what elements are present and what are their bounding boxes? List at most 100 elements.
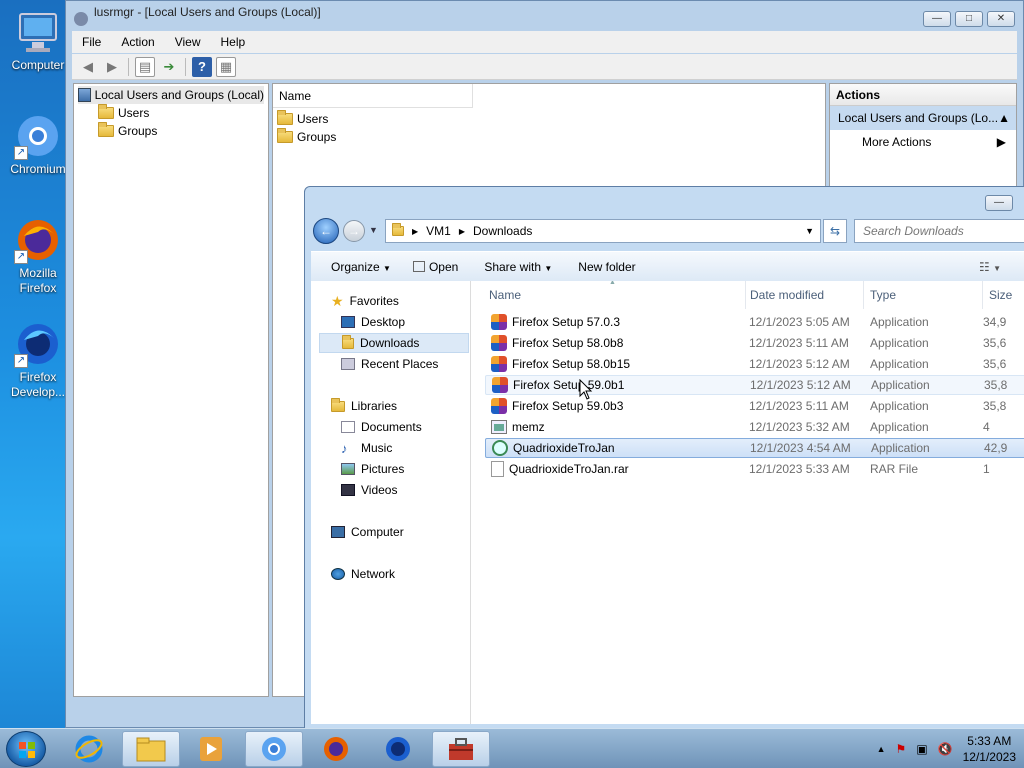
show-hide-action-pane-icon[interactable]: ▦: [216, 56, 236, 77]
volume-muted-icon[interactable]: 🔇: [938, 742, 953, 756]
organize-button[interactable]: Organize ▼: [331, 260, 391, 274]
more-actions-item[interactable]: More Actions ▶: [830, 130, 1016, 154]
column-header-type[interactable]: Type: [870, 281, 896, 309]
address-bar[interactable]: ▶ VM1 ▶ Downloads ▼: [385, 219, 821, 243]
toolbox-icon: [449, 738, 473, 760]
new-folder-button[interactable]: New folder: [578, 260, 635, 274]
window-title: lusrmgr - [Local Users and Groups (Local…: [94, 5, 321, 19]
firefox-setup-icon: [491, 335, 507, 351]
file-row[interactable]: Firefox Setup 58.0b8 12/1/2023 5:11 AM A…: [485, 333, 1024, 353]
column-header-date[interactable]: Date modified: [750, 281, 824, 309]
forward-button[interactable]: →: [343, 220, 365, 242]
shortcut-arrow-icon: ↗: [14, 354, 28, 368]
nav-label: Downloads: [360, 336, 420, 350]
start-button[interactable]: [6, 731, 46, 767]
taskbar-firefox[interactable]: [307, 731, 365, 767]
search-input[interactable]: Search Downloads: [854, 219, 1024, 243]
show-hide-tree-icon[interactable]: ▤: [135, 56, 155, 77]
column-header-name[interactable]: Name: [489, 281, 521, 309]
file-row[interactable]: Firefox Setup 59.0b3 12/1/2023 5:11 AM A…: [485, 396, 1024, 416]
nav-label: Computer: [351, 525, 404, 539]
tree-root[interactable]: Local Users and Groups (Local): [78, 86, 264, 104]
address-dropdown-icon[interactable]: ▼: [805, 226, 814, 236]
taskbar-explorer[interactable]: [122, 731, 180, 767]
tree-item-label: Groups: [118, 124, 158, 138]
nav-favorites[interactable]: ★ Favorites: [331, 291, 489, 311]
media-player-icon: [200, 737, 222, 761]
taskbar-media-player[interactable]: [182, 731, 240, 767]
back-arrow-icon[interactable]: ◀: [78, 57, 98, 77]
breadcrumb-downloads[interactable]: Downloads: [473, 224, 532, 238]
windows-logo-icon: [19, 742, 35, 758]
music-icon: ♪: [341, 440, 348, 456]
taskbar-firefox-developer[interactable]: [369, 731, 427, 767]
breadcrumb-vm1[interactable]: VM1: [426, 224, 451, 238]
column-header-size[interactable]: Size: [989, 281, 1012, 309]
clock[interactable]: 5:33 AM 12/1/2023: [963, 733, 1016, 765]
list-item-users[interactable]: Users: [273, 110, 825, 128]
navigation-pane: ★ Favorites Desktop Downloads Recent Pla…: [311, 281, 471, 724]
chromium-icon: ↗: [14, 112, 62, 160]
file-row[interactable]: Firefox Setup 57.0.3 12/1/2023 5:05 AM A…: [485, 312, 1024, 332]
list-item-groups[interactable]: Groups: [273, 128, 825, 146]
collapse-up-icon[interactable]: ▲: [998, 106, 1010, 130]
close-button[interactable]: ✕: [987, 11, 1015, 27]
nav-label: Music: [361, 441, 393, 455]
file-row[interactable]: Firefox Setup 58.0b15 12/1/2023 5:12 AM …: [485, 354, 1024, 374]
file-row-selected[interactable]: QuadrioxideTroJan 12/1/2023 4:54 AM Appl…: [485, 438, 1024, 458]
maximize-button[interactable]: □: [955, 11, 983, 27]
taskbar-chromium[interactable]: [245, 731, 303, 767]
file-list: ▲ Name Date modified Type Size Firefox S…: [471, 281, 1024, 724]
toolbar: ◀ ▶ ▤ ➔ ? ▦: [72, 54, 1017, 80]
file-name: Firefox Setup 58.0b15: [512, 357, 631, 371]
open-icon: [412, 260, 425, 272]
show-hidden-icons-icon[interactable]: ▲: [877, 744, 886, 754]
tree-item-groups[interactable]: Groups: [78, 122, 264, 140]
menu-file[interactable]: File: [72, 35, 111, 49]
tree-item-users[interactable]: Users: [78, 104, 264, 122]
firefox-developer-icon: ↗: [14, 320, 62, 368]
file-size: 35,8: [984, 378, 1008, 392]
back-button[interactable]: ←: [313, 218, 339, 244]
list-header[interactable]: Name: [273, 84, 473, 108]
computer-icon: [331, 526, 345, 538]
forward-arrow-icon[interactable]: ▶: [102, 57, 122, 77]
file-row-hovered[interactable]: Firefox Setup 59.0b1 12/1/2023 5:12 AM A…: [485, 375, 1024, 395]
menu-action[interactable]: Action: [111, 35, 164, 49]
open-button[interactable]: Open: [412, 260, 458, 274]
nav-downloads[interactable]: Downloads: [319, 333, 469, 353]
menu-view[interactable]: View: [165, 35, 211, 49]
action-center-icon[interactable]: ⚑: [896, 742, 907, 756]
menu-help[interactable]: Help: [211, 35, 256, 49]
file-size: 35,6: [983, 357, 1007, 371]
help-icon[interactable]: ?: [192, 56, 212, 77]
file-row[interactable]: memz 12/1/2023 5:32 AM Application 4: [485, 417, 1024, 437]
explorer-titlebar[interactable]: —: [305, 187, 1024, 215]
folder-icon: [277, 128, 293, 143]
file-name: QuadrioxideTroJan.rar: [509, 462, 629, 476]
minimize-button[interactable]: —: [985, 195, 1013, 211]
network-status-icon[interactable]: ▣: [916, 742, 927, 756]
share-with-button[interactable]: Share with ▼: [484, 260, 552, 274]
folder-icon: [277, 110, 293, 125]
nav-label: Videos: [361, 483, 398, 497]
file-row[interactable]: QuadrioxideTroJan.rar 12/1/2023 5:33 AM …: [485, 459, 1024, 479]
minimize-button[interactable]: —: [923, 11, 951, 27]
submenu-arrow-icon: ▶: [996, 135, 1006, 149]
change-view-icon[interactable]: ☷ ▼: [979, 260, 1001, 274]
breadcrumb-separator-icon: ▶: [412, 226, 419, 236]
taskbar-computer-management[interactable]: [432, 731, 490, 767]
file-type: Application: [870, 399, 929, 413]
recent-pages-dropdown-icon[interactable]: ▼: [369, 225, 378, 235]
command-bar: Organize ▼ Open Share with ▼ New folder …: [311, 251, 1024, 281]
taskbar-ie[interactable]: [60, 731, 118, 767]
nav-computer[interactable]: Computer: [331, 522, 489, 542]
column-divider: [982, 281, 983, 309]
nav-libraries[interactable]: Libraries: [331, 396, 489, 416]
rar-file-icon: [491, 461, 504, 477]
refresh-button[interactable]: ⇆: [823, 219, 847, 243]
nav-network[interactable]: Network: [331, 564, 489, 584]
actions-selected-item[interactable]: Local Users and Groups (Lo... ▲: [830, 106, 1016, 130]
folder-icon: [392, 223, 404, 236]
export-list-icon[interactable]: ➔: [159, 57, 179, 77]
